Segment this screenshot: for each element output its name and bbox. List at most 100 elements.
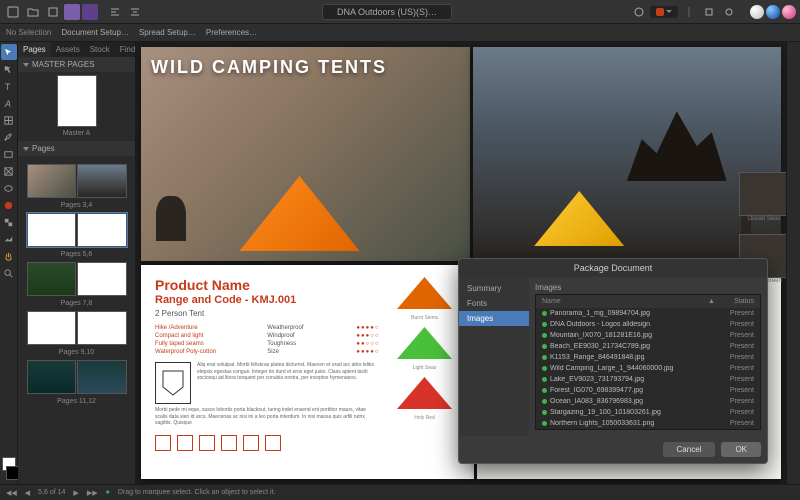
file-name: Ocean_IA083_836796983.jpg [550,398,711,405]
file-status: Present [714,343,754,350]
ellipse-tool-icon[interactable] [1,180,17,196]
status-hint: Drag to marquee select. Click an object … [118,489,276,496]
file-row[interactable]: Panorama_1_mg_09894704.jpgPresent [536,308,760,319]
zoom-tool-icon[interactable] [1,265,17,281]
tab-find[interactable]: Find+repl [115,42,136,57]
frame-tool-icon[interactable] [1,163,17,179]
master-a-thumb[interactable] [57,75,97,127]
persona-photo-icon[interactable] [782,5,796,19]
nav-prev-icon[interactable]: ◀ [25,489,30,497]
file-status: Present [714,387,754,394]
tent-swatch [397,327,452,359]
feature-icon [243,435,259,451]
dialog-side-images[interactable]: Images [459,311,529,326]
hero-title: WILD CAMPING TENTS [151,57,387,78]
page-4[interactable] [473,47,782,261]
tent-image [240,176,360,251]
align-center-icon[interactable] [126,3,144,21]
align-left-icon[interactable] [106,3,124,21]
page-thumbs-list: Pages 3,4 Pages 5,6 Pages 7,8 Pages 9,10… [18,156,135,484]
file-name: Mountain_IX070_181281E16.jpg [550,332,711,339]
ok-button[interactable]: OK [721,442,761,457]
transparency-tool-icon[interactable] [1,214,17,230]
page-3[interactable]: WILD CAMPING TENTS [141,47,470,261]
spread-thumb[interactable] [27,164,127,198]
right-studio-panel[interactable] [786,42,800,484]
move-tool-icon[interactable] [1,44,17,60]
save-icon[interactable] [44,3,62,21]
place-tool-icon[interactable] [1,231,17,247]
status-ok-icon [542,366,547,371]
file-row[interactable]: Beach_EE9030_21734C789.jpgPresent [536,341,760,352]
page-5[interactable]: Product Name Range and Code - KMJ.001 2 … [141,265,474,479]
dialog-side-fonts[interactable]: Fonts [459,296,529,311]
persona-publisher-icon[interactable] [750,5,764,19]
preflight-ok-icon[interactable]: ● [106,489,110,496]
pages-section-header[interactable]: Pages [18,141,135,156]
spread-thumb[interactable] [27,213,127,247]
swatch-icon[interactable] [64,4,80,20]
tab-assets[interactable]: Assets [51,42,85,57]
status-ok-icon [542,377,547,382]
brand-badge [155,362,191,404]
spread-thumb[interactable] [27,360,127,394]
file-row[interactable]: Stargazing_19_100_101803261.jpgPresent [536,407,760,418]
file-list[interactable]: Name▲Status Panorama_1_mg_09894704.jpgPr… [535,294,761,430]
preferences-button[interactable]: Preferences… [206,28,257,37]
spread-thumb[interactable] [27,262,127,296]
nav-last-icon[interactable]: ▶▶ [87,489,98,497]
text-tool-icon[interactable]: T [1,78,17,94]
dialog-side-summary[interactable]: Summary [459,281,529,296]
preview-icon[interactable] [720,3,738,21]
fill-tool-icon[interactable] [1,197,17,213]
spread-thumb[interactable] [27,311,127,345]
document-title[interactable]: DNA Outdoors (US)(S)… [322,4,452,20]
package-document-dialog: Package Document Summary Fonts Images Im… [458,258,768,464]
status-bar: ◀◀ ◀ 5,6 of 14 ▶ ▶▶ ● Drag to marquee se… [0,484,800,500]
tab-pages[interactable]: Pages [18,42,51,57]
file-menu-icon[interactable] [4,3,22,21]
document-canvas[interactable]: WILD CAMPING TENTS Product Name [136,42,786,484]
swatch-thumb[interactable] [739,172,786,216]
open-icon[interactable] [24,3,42,21]
file-status: Present [714,376,754,383]
snap-icon[interactable] [700,3,718,21]
node-tool-icon[interactable] [1,61,17,77]
file-row[interactable]: K1153_Range_846491848.jpgPresent [536,352,760,363]
tab-stock[interactable]: Stock [85,42,115,57]
dialog-title: Package Document [459,259,767,277]
pen-tool-icon[interactable] [1,129,17,145]
master-pages-header[interactable]: MASTER PAGES [18,57,135,72]
sync-icon[interactable] [630,3,648,21]
file-row[interactable]: Mountain_IX070_181281E16.jpgPresent [536,330,760,341]
svg-text:A: A [4,99,11,109]
product-code: Range and Code - KMJ.001 [155,294,380,306]
file-row[interactable]: Wild Camping_Large_1_944060000.jpgPresen… [536,363,760,374]
doc-setup-button[interactable]: Document Setup… [61,28,129,37]
artistic-text-tool-icon[interactable]: A [1,95,17,111]
hand-tool-icon[interactable] [1,248,17,264]
table-tool-icon[interactable] [1,112,17,128]
file-row[interactable]: Lake_EV9023_731793794.jpgPresent [536,374,760,385]
file-status: Present [714,420,754,427]
master-a-label: Master A [18,130,135,137]
app-root: DNA Outdoors (US)(S)… No Selection Docum… [0,0,800,500]
svg-text:T: T [5,82,11,92]
zoom-dropdown[interactable] [650,6,678,18]
persona-designer-icon[interactable] [766,5,780,19]
file-row[interactable]: Forest_IG070_698399477.jpgPresent [536,385,760,396]
cancel-button[interactable]: Cancel [663,442,716,457]
status-ok-icon [542,311,547,316]
file-row[interactable]: Ocean_IA083_836796983.jpgPresent [536,396,760,407]
tent-image-yellow [534,191,624,246]
swatch2-icon[interactable] [82,4,98,20]
spread-setup-button[interactable]: Spread Setup… [139,28,196,37]
rect-tool-icon[interactable] [1,146,17,162]
nav-next-icon[interactable]: ▶ [73,489,78,497]
file-row[interactable]: DNA Outdoors - Logos alldesignPresent [536,319,760,330]
file-row[interactable]: Northern Lights_1050033631.pngPresent [536,418,760,429]
file-name: Beach_EE9030_21734C789.jpg [550,343,711,350]
file-name: Northern Lights_1050033631.png [550,420,711,427]
nav-first-icon[interactable]: ◀◀ [6,489,17,497]
tool-column: T A [0,42,18,484]
